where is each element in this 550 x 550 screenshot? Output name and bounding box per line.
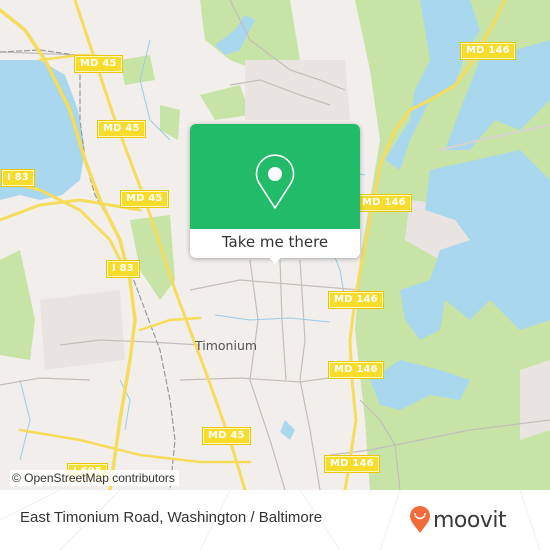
take-me-there-button[interactable]: Take me there [190,229,360,258]
map-view[interactable]: MD 45 MD 45 MD 45 MD 45 I 83 I 83 I 695 … [0,0,550,490]
location-popup: Take me there [190,124,360,264]
road-shield-md146: MD 146 [328,291,384,309]
road-shield-md45: MD 45 [97,120,146,138]
footer: East Timonium Road, Washington / Baltimo… [0,490,550,550]
road-shield-md146: MD 146 [324,455,380,473]
road-shield-md146: MD 146 [328,361,384,379]
road-shield-md45: MD 45 [202,427,251,445]
popup-tail [268,256,282,264]
map-attribution[interactable]: © OpenStreetMap contributors [10,470,179,486]
road-shield-md146: MD 146 [460,42,516,60]
popup-header [190,124,360,229]
road-shield-md45: MD 45 [120,190,169,208]
road-shield-i83: I 83 [106,260,140,278]
location-title: East Timonium Road, Washington / Baltimo… [20,509,323,526]
place-label-timonium: Timonium [195,338,258,353]
map-pin-icon [255,154,295,209]
road-shield-md45: MD 45 [74,55,123,73]
moovit-wordmark: moovit [433,507,507,533]
road-shield-md146: MD 146 [356,194,412,212]
road-shield-i83: I 83 [1,169,35,187]
moovit-brand[interactable]: moovit [409,506,507,534]
moovit-logo-icon [410,506,430,533]
